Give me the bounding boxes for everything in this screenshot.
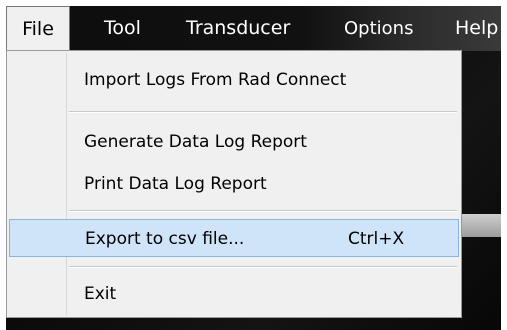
menu-item-export-csv[interactable]: Export to csv file... Ctrl+X	[9, 219, 459, 257]
menu-separator	[69, 111, 457, 113]
file-dropdown-menu: Import Logs From Rad Connect Generate Da…	[6, 50, 462, 318]
background-toolbar-strip	[462, 214, 501, 237]
menu-bar: File Tool Transducer Options Help	[6, 6, 501, 51]
menu-item-label: Import Logs From Rad Connect	[84, 70, 347, 90]
menu-item-shortcut: Ctrl+X	[348, 229, 405, 249]
menu-help[interactable]: Help	[455, 6, 498, 51]
menu-separator	[69, 210, 457, 212]
menu-item-print-report[interactable]: Print Data Log Report	[9, 165, 459, 203]
menu-item-generate-report[interactable]: Generate Data Log Report	[9, 123, 459, 161]
menu-item-label: Exit	[84, 284, 117, 304]
menu-file[interactable]: File	[6, 6, 70, 51]
menu-item-label: Export to csv file...	[85, 229, 245, 249]
window-border-right	[501, 0, 507, 330]
menu-options[interactable]: Options	[344, 6, 413, 51]
menu-item-label: Print Data Log Report	[84, 174, 267, 194]
menu-tool[interactable]: Tool	[104, 6, 141, 51]
menu-separator	[69, 266, 457, 268]
menu-item-import-logs[interactable]: Import Logs From Rad Connect	[9, 61, 459, 99]
menu-transducer[interactable]: Transducer	[186, 6, 290, 51]
menu-item-label: Generate Data Log Report	[84, 132, 307, 152]
app-window: File Tool Transducer Options Help Import…	[0, 0, 507, 330]
menu-item-exit[interactable]: Exit	[9, 275, 459, 313]
